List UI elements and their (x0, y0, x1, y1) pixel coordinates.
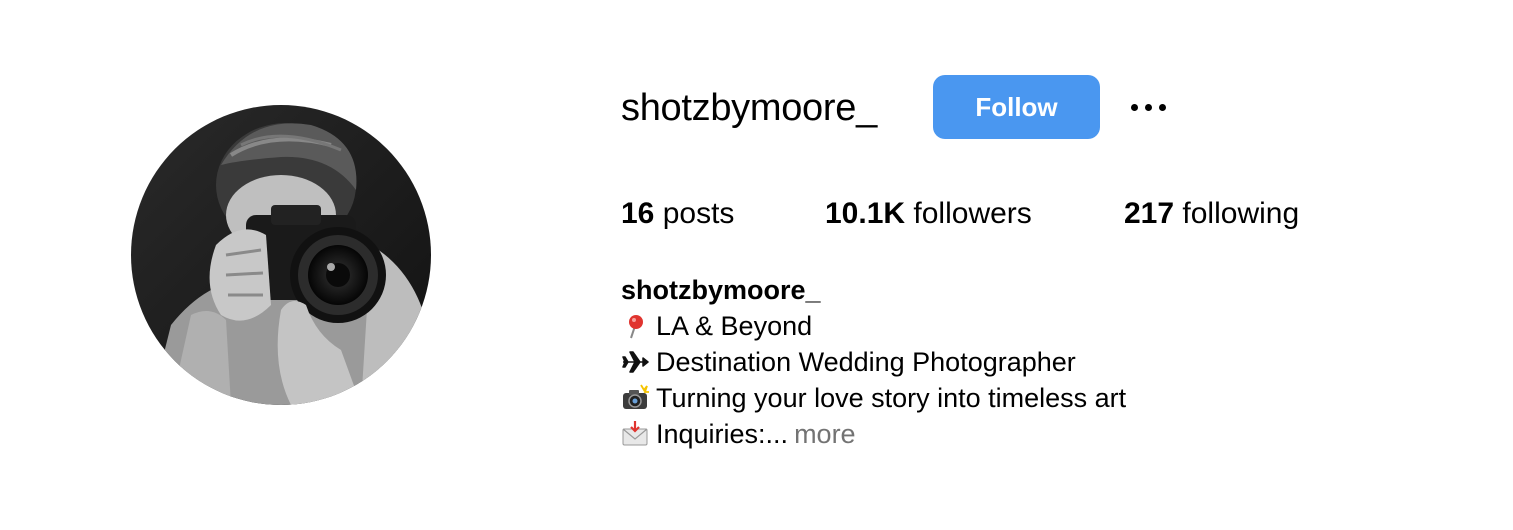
camera-flash-icon (621, 384, 649, 412)
dot (1158, 103, 1166, 111)
envelope-arrow-icon (621, 420, 649, 448)
bio-line-text: Turning your love story into timeless ar… (656, 383, 1127, 413)
posts-count-value: 16 (621, 197, 655, 230)
dot (1144, 103, 1152, 111)
followers-count-label: followers (913, 197, 1032, 230)
bio-line-text: LA & Beyond (656, 311, 813, 341)
photographer-photo (131, 105, 431, 405)
profile-bio: shotzbymoore_ LA & Beyond Destination We… (621, 272, 1126, 452)
followers-link[interactable]: 10.1K followers (825, 196, 1032, 232)
pushpin-icon (621, 312, 649, 340)
profile-username[interactable]: shotzbymoore_ (621, 86, 877, 130)
bio-line-tagline: Turning your love story into timeless ar… (621, 380, 1126, 416)
following-count-value: 217 (1124, 197, 1175, 230)
bio-line-text: Destination Wedding Photographer (656, 347, 1076, 377)
bio-line-location: LA & Beyond (621, 308, 1126, 344)
following-link[interactable]: 217 following (1124, 196, 1299, 232)
follow-button[interactable]: Follow (933, 75, 1100, 139)
posts-count-label: posts (662, 197, 735, 230)
following-count-label: following (1182, 197, 1300, 230)
bio-display-name: shotzbymoore_ (621, 275, 821, 305)
more-options-icon[interactable] (1122, 90, 1174, 124)
bio-more-link[interactable]: more (794, 416, 856, 452)
followers-count-value: 10.1K (825, 197, 906, 230)
dot (1130, 103, 1138, 111)
profile-avatar[interactable] (131, 105, 431, 405)
bio-line-text: Inquiries:... (656, 419, 789, 449)
bio-line-role: Destination Wedding Photographer (621, 344, 1126, 380)
bio-line-inquiries: Inquiries:... more (621, 416, 1126, 452)
posts-count: 16 posts (621, 196, 734, 232)
airplane-icon (621, 348, 649, 376)
